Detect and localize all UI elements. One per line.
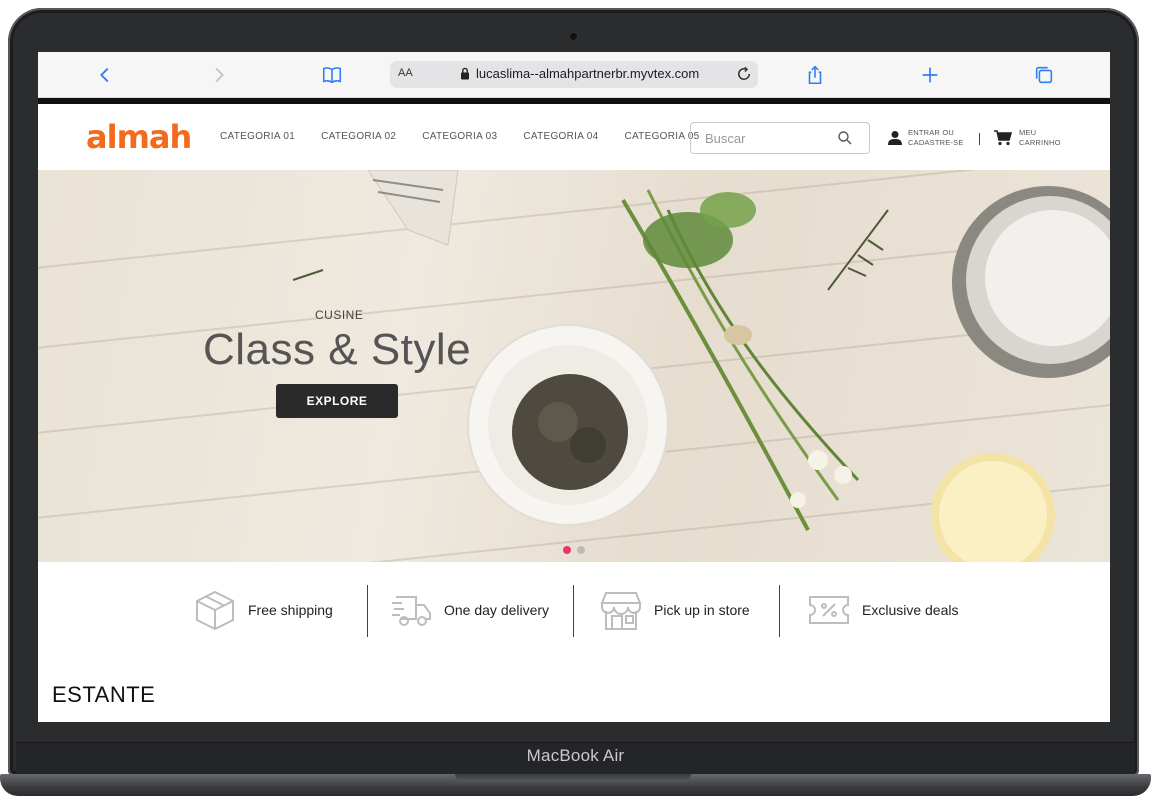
share-button[interactable] bbox=[802, 62, 828, 88]
search-icon[interactable] bbox=[837, 130, 853, 146]
site-logo[interactable]: almah bbox=[86, 118, 192, 156]
address-bar[interactable]: AA lucaslima--almahpartnerbr.myvtex.com bbox=[390, 61, 758, 88]
account-link[interactable]: ENTRAR OU CADASTRE-SE bbox=[888, 128, 964, 148]
forward-button[interactable] bbox=[206, 62, 232, 88]
user-icon bbox=[888, 131, 902, 145]
model-label: MacBook Air bbox=[526, 746, 625, 765]
truck-icon bbox=[392, 596, 431, 626]
lock-icon bbox=[461, 67, 469, 80]
bookmarks-button[interactable] bbox=[319, 62, 345, 88]
feature-free-shipping: Free shipping bbox=[194, 584, 333, 636]
new-tab-button[interactable] bbox=[917, 62, 943, 88]
feature-pick-up-in-store: Pick up in store bbox=[600, 584, 750, 636]
nav-item-categoria-01[interactable]: CATEGORIA 01 bbox=[220, 131, 295, 142]
feature-label: One day delivery bbox=[444, 602, 550, 618]
nav-item-categoria-02[interactable]: CATEGORIA 02 bbox=[321, 131, 396, 142]
main-nav: CATEGORIA 01 CATEGORIA 02 CATEGORIA 03 C… bbox=[220, 131, 726, 142]
cart-label: MEU CARRINHO bbox=[1019, 128, 1061, 148]
back-button[interactable] bbox=[92, 62, 118, 88]
cart-line-2: CARRINHO bbox=[1019, 138, 1061, 147]
carousel-dot-1[interactable] bbox=[563, 546, 571, 554]
cart-icon bbox=[994, 130, 1012, 146]
feature-divider bbox=[367, 585, 368, 637]
chevron-left-icon bbox=[100, 67, 109, 83]
explore-button[interactable]: EXPLORE bbox=[276, 384, 398, 418]
screen: AA lucaslima--almahpartnerbr.myvtex.com … bbox=[38, 52, 1110, 722]
hero-title: Class & Style bbox=[203, 325, 472, 374]
account-line-1: ENTRAR OU bbox=[908, 128, 954, 137]
feature-label: Pick up in store bbox=[654, 602, 750, 618]
nav-item-categoria-04[interactable]: CATEGORIA 04 bbox=[523, 131, 598, 142]
hero-eyebrow: CUSINE bbox=[315, 308, 364, 322]
feature-one-day-delivery: One day delivery bbox=[390, 584, 549, 636]
hero-food-illustration bbox=[292, 170, 1110, 562]
feature-divider bbox=[573, 585, 574, 637]
feature-label: Free shipping bbox=[248, 602, 333, 618]
nav-item-categoria-03[interactable]: CATEGORIA 03 bbox=[422, 131, 497, 142]
text-size-button[interactable]: AA bbox=[398, 67, 413, 79]
share-icon bbox=[808, 65, 822, 85]
features-strip: Free shipping One day delivery Pick up i… bbox=[38, 562, 1110, 672]
hero-banner[interactable]: CUSINE Class & Style EXPLORE bbox=[38, 170, 1110, 562]
account-line-2: CADASTRE-SE bbox=[908, 138, 964, 147]
site-header: almah CATEGORIA 01 CATEGORIA 02 CATEGORI… bbox=[38, 104, 1110, 170]
reload-icon[interactable] bbox=[735, 65, 753, 83]
nav-item-categoria-05[interactable]: CATEGORIA 05 bbox=[624, 131, 699, 142]
ticket-icon bbox=[809, 596, 849, 624]
chevron-right-icon bbox=[215, 67, 224, 83]
store-icon bbox=[600, 592, 642, 630]
box-icon bbox=[196, 590, 234, 631]
cart-line-1: MEU bbox=[1019, 128, 1037, 137]
plus-icon bbox=[922, 67, 938, 83]
camera bbox=[570, 33, 577, 40]
carousel-dots bbox=[563, 546, 585, 554]
browser-toolbar: AA lucaslima--almahpartnerbr.myvtex.com bbox=[38, 52, 1110, 98]
cart-link[interactable]: MEU CARRINHO bbox=[994, 128, 1061, 148]
carousel-dot-2[interactable] bbox=[577, 546, 585, 554]
feature-label: Exclusive deals bbox=[862, 602, 959, 618]
feature-exclusive-deals: Exclusive deals bbox=[808, 584, 959, 636]
tabs-button[interactable] bbox=[1031, 62, 1057, 88]
search-input[interactable]: Buscar bbox=[690, 122, 870, 154]
book-icon bbox=[322, 67, 342, 84]
section-title: ESTANTE bbox=[52, 682, 156, 707]
laptop-notch bbox=[455, 774, 691, 782]
account-label: ENTRAR OU CADASTRE-SE bbox=[908, 128, 964, 148]
feature-divider bbox=[779, 585, 780, 637]
url-text: lucaslima--almahpartnerbr.myvtex.com bbox=[476, 66, 700, 81]
tabs-icon bbox=[1035, 66, 1053, 84]
search-placeholder: Buscar bbox=[705, 131, 746, 146]
header-divider bbox=[979, 133, 980, 145]
